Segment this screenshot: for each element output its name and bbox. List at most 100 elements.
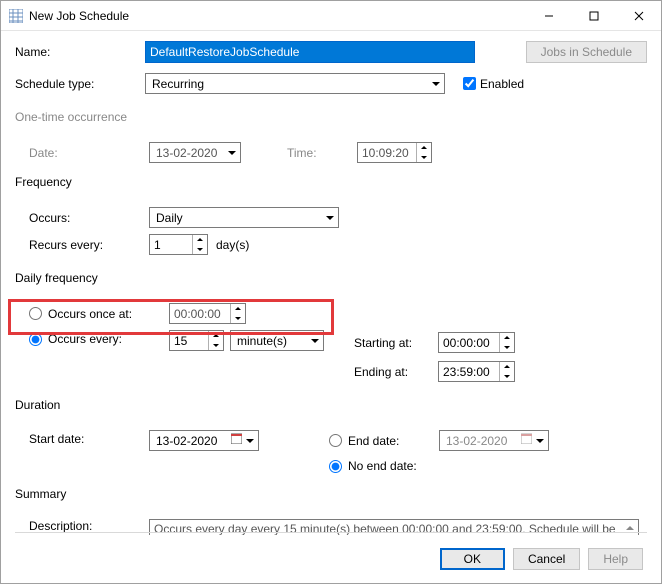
spinner-up[interactable] (500, 333, 514, 343)
one-time-time-label: Time: (287, 146, 357, 160)
one-time-date-picker: 13-02-2020 (149, 142, 241, 163)
minimize-button[interactable] (526, 1, 571, 30)
spinner-down[interactable] (500, 343, 514, 353)
chevron-down-icon (228, 151, 236, 155)
ok-button[interactable]: OK (440, 548, 505, 570)
occurs-select[interactable]: Daily (149, 207, 339, 228)
content-area: Name: Jobs in Schedule Schedule type: Re… (1, 31, 661, 535)
recurs-every-value[interactable] (150, 235, 192, 254)
jobs-in-schedule-button[interactable]: Jobs in Schedule (526, 41, 647, 63)
one-time-time-value (358, 143, 416, 162)
window-controls (526, 1, 661, 30)
spinner-up[interactable] (500, 362, 514, 372)
spinner-down[interactable] (209, 341, 223, 351)
chevron-down-icon (311, 339, 319, 343)
occurs-every-value[interactable] (170, 331, 208, 350)
one-time-group-label: One-time occurrence (15, 110, 647, 124)
no-end-date-label: No end date: (348, 459, 417, 473)
starting-at-spinner[interactable] (438, 332, 515, 353)
start-date-value: 13-02-2020 (156, 434, 217, 448)
end-date-radio[interactable]: End date: (329, 434, 439, 448)
cancel-button[interactable]: Cancel (513, 548, 580, 570)
recurs-every-label: Recurs every: (29, 238, 149, 252)
occurs-every-spinner[interactable] (169, 330, 224, 351)
description-text: Occurs every day every 15 minute(s) betw… (154, 522, 616, 535)
chevron-down-icon (246, 439, 254, 443)
end-date-label: End date: (348, 434, 399, 448)
chevron-down-icon (432, 82, 440, 86)
duration-row: Start date: 13-02-2020 End date: 13-02-2… (15, 430, 647, 473)
occurs-every-row: Occurs every: minute(s) (15, 330, 647, 382)
occurs-once-row: Occurs once at: (15, 303, 647, 324)
name-label: Name: (15, 45, 145, 59)
spinner-down[interactable] (500, 372, 514, 382)
one-time-row: Date: 13-02-2020 Time: (15, 142, 647, 163)
schedule-type-row: Schedule type: Recurring Enabled (15, 73, 647, 94)
recurs-every-row: Recurs every: day(s) (15, 234, 647, 255)
starting-at-value[interactable] (439, 333, 499, 352)
ending-at-value[interactable] (439, 362, 499, 381)
occurs-once-time-spinner[interactable] (169, 303, 246, 324)
spinner-up[interactable] (231, 304, 245, 314)
titlebar: New Job Schedule (1, 1, 661, 31)
one-time-time-spinner (357, 142, 432, 163)
duration-group-label: Duration (15, 398, 647, 412)
one-time-date-value: 13-02-2020 (156, 146, 217, 160)
no-end-date-radio[interactable]: No end date: (329, 459, 549, 473)
chevron-down-icon (326, 216, 334, 220)
occurs-once-radio-input[interactable] (29, 307, 42, 320)
occurs-label: Occurs: (29, 211, 149, 225)
chevron-down-icon (536, 439, 544, 443)
help-button[interactable]: Help (588, 548, 643, 570)
spinner-buttons (192, 235, 207, 254)
close-button[interactable] (616, 1, 661, 30)
spinner-down[interactable] (231, 314, 245, 324)
occurs-every-unit-value: minute(s) (237, 334, 287, 348)
occurs-once-radio[interactable]: Occurs once at: (29, 307, 169, 321)
calendar-icon (521, 433, 532, 444)
enabled-checkbox-input[interactable] (463, 77, 476, 90)
schedule-type-select[interactable]: Recurring (145, 73, 445, 94)
spinner-down (417, 153, 431, 163)
calendar-icon (231, 433, 242, 444)
end-date-radio-input[interactable] (329, 434, 342, 447)
spinner-buttons (230, 304, 245, 323)
app-icon (9, 9, 23, 23)
occurs-row: Occurs: Daily (15, 207, 647, 228)
spinner-up (417, 143, 431, 153)
frequency-group-label: Frequency (15, 175, 647, 189)
dialog-window: New Job Schedule Name: Jobs in Schedule … (0, 0, 662, 584)
occurs-once-time-value[interactable] (170, 304, 230, 323)
maximize-button[interactable] (571, 1, 616, 30)
window-title: New Job Schedule (29, 9, 129, 23)
enabled-checkbox[interactable]: Enabled (463, 77, 524, 91)
spinner-buttons (416, 143, 431, 162)
end-date-picker: 13-02-2020 (439, 430, 549, 451)
days-suffix: day(s) (216, 238, 249, 252)
summary-group-label: Summary (15, 487, 647, 501)
occurs-every-label: Occurs every: (48, 332, 122, 346)
spinner-buttons (499, 333, 514, 352)
spinner-down[interactable] (193, 245, 207, 255)
spinner-up[interactable] (209, 331, 223, 341)
daily-frequency-group-label: Daily frequency (15, 271, 647, 285)
occurs-value: Daily (156, 211, 183, 225)
start-date-label: Start date: (29, 432, 149, 446)
spinner-up[interactable] (193, 235, 207, 245)
one-time-date-label: Date: (29, 146, 149, 160)
occurs-every-radio[interactable]: Occurs every: (29, 332, 169, 346)
recurs-every-spinner[interactable] (149, 234, 208, 255)
start-date-picker[interactable]: 13-02-2020 (149, 430, 259, 451)
ending-at-spinner[interactable] (438, 361, 515, 382)
occurs-every-radio-input[interactable] (29, 333, 42, 346)
ending-at-label: Ending at: (354, 365, 438, 379)
enabled-label: Enabled (480, 77, 524, 91)
name-row: Name: Jobs in Schedule (15, 41, 647, 63)
description-label: Description: (29, 519, 149, 533)
no-end-date-radio-input[interactable] (329, 460, 342, 473)
footer: OK Cancel Help (1, 535, 661, 583)
name-input[interactable] (145, 41, 475, 63)
occurs-every-unit-select[interactable]: minute(s) (230, 330, 324, 351)
occurs-once-label: Occurs once at: (48, 307, 132, 321)
starting-at-label: Starting at: (354, 336, 438, 350)
